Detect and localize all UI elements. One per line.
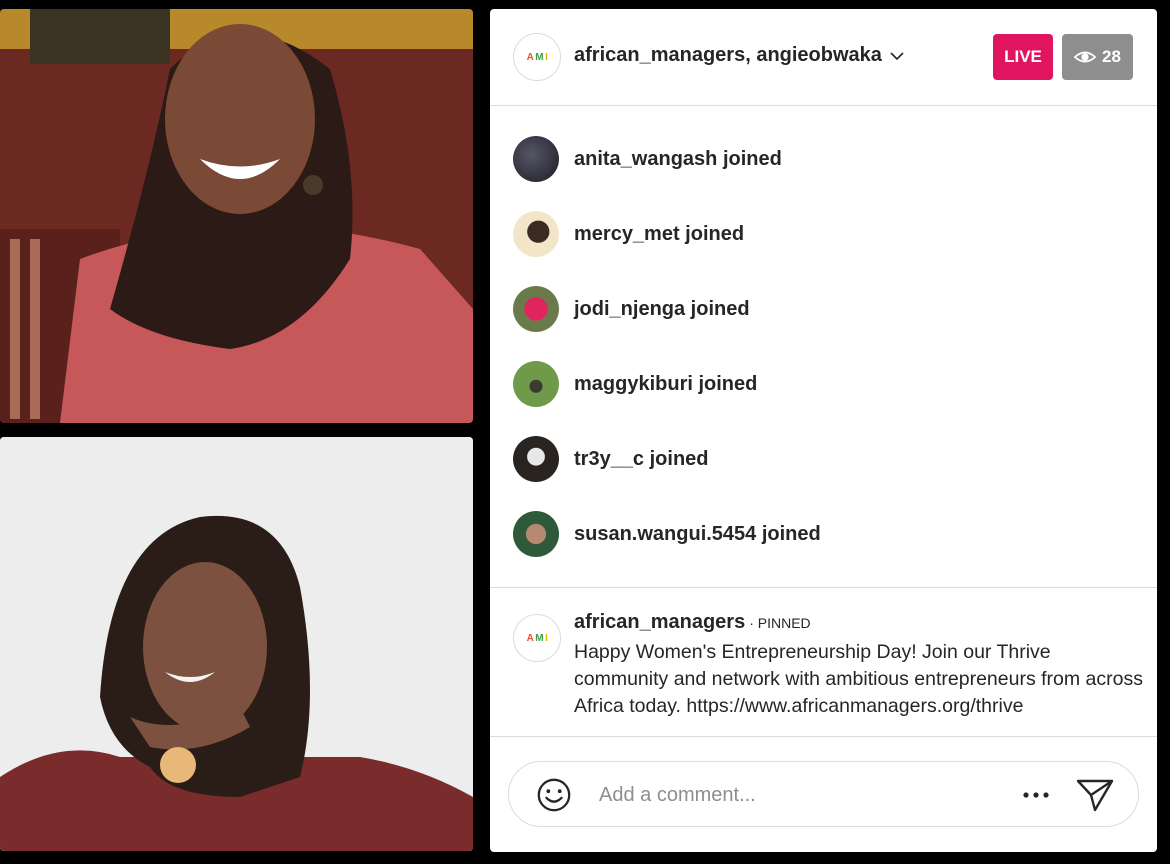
join-username[interactable]: tr3y__c bbox=[574, 448, 644, 470]
user-avatar[interactable] bbox=[513, 436, 559, 482]
emoji-icon[interactable] bbox=[535, 776, 573, 814]
join-suffix: joined bbox=[717, 148, 782, 170]
join-username[interactable]: susan.wangui.5454 bbox=[574, 523, 756, 545]
join-username[interactable]: maggykiburi bbox=[574, 373, 693, 395]
comment-input[interactable] bbox=[599, 780, 979, 810]
pinned-comment: AMI african_managers · PINNED Happy Wome… bbox=[490, 587, 1157, 737]
viewer-count: 28 bbox=[1102, 47, 1121, 66]
pinned-user-avatar[interactable]: AMI bbox=[513, 614, 561, 662]
join-suffix: joined bbox=[679, 223, 745, 245]
pinned-label: · PINNED bbox=[749, 615, 811, 631]
join-item: maggykiburi joined bbox=[490, 361, 1157, 411]
user-avatar[interactable] bbox=[513, 286, 559, 332]
viewer-count-badge[interactable]: 28 bbox=[1062, 34, 1133, 80]
user-avatar[interactable] bbox=[513, 511, 559, 557]
user-avatar[interactable] bbox=[513, 211, 559, 257]
live-header: AMI african_managers, angieobwaka LIVE 2… bbox=[490, 9, 1157, 106]
join-item: susan.wangui.5454 joined bbox=[490, 511, 1157, 561]
more-options-icon[interactable] bbox=[1021, 784, 1051, 806]
user-avatar[interactable] bbox=[513, 361, 559, 407]
send-icon[interactable] bbox=[1075, 776, 1115, 814]
join-username[interactable]: mercy_met bbox=[574, 223, 680, 245]
join-item: anita_wangash joined bbox=[490, 136, 1157, 186]
host-video-image bbox=[0, 9, 473, 423]
ami-logo: AMI bbox=[526, 632, 548, 644]
host-video-feed bbox=[0, 9, 473, 423]
eye-icon bbox=[1074, 51, 1097, 63]
join-username[interactable]: jodi_njenga bbox=[574, 298, 685, 320]
ami-logo: AMI bbox=[526, 51, 548, 63]
join-username[interactable]: anita_wangash bbox=[574, 148, 717, 170]
join-suffix: joined bbox=[685, 298, 750, 320]
join-suffix: joined bbox=[692, 373, 758, 395]
ellipsis-icon bbox=[1023, 792, 1049, 798]
live-title-text: african_managers, angieobwaka bbox=[574, 44, 882, 66]
pinned-message: Happy Women's Entrepreneurship Day! Join… bbox=[574, 641, 1143, 717]
live-comments-panel: AMI african_managers, angieobwaka LIVE 2… bbox=[490, 9, 1157, 852]
join-suffix: joined bbox=[644, 448, 709, 470]
chevron-down-icon bbox=[890, 51, 904, 60]
join-item: jodi_njenga joined bbox=[490, 286, 1157, 336]
live-badge: LIVE bbox=[993, 34, 1053, 80]
guest-video-image bbox=[0, 437, 473, 851]
join-item: mercy_met joined bbox=[490, 211, 1157, 261]
join-suffix: joined bbox=[756, 523, 821, 545]
live-title[interactable]: african_managers, angieobwaka bbox=[574, 44, 906, 67]
pinned-username[interactable]: african_managers bbox=[574, 611, 745, 634]
join-item: tr3y__c joined bbox=[490, 436, 1157, 486]
comment-composer bbox=[508, 761, 1139, 827]
host-avatar[interactable]: AMI bbox=[513, 33, 561, 81]
user-avatar[interactable] bbox=[513, 136, 559, 182]
guest-video-feed bbox=[0, 437, 473, 851]
